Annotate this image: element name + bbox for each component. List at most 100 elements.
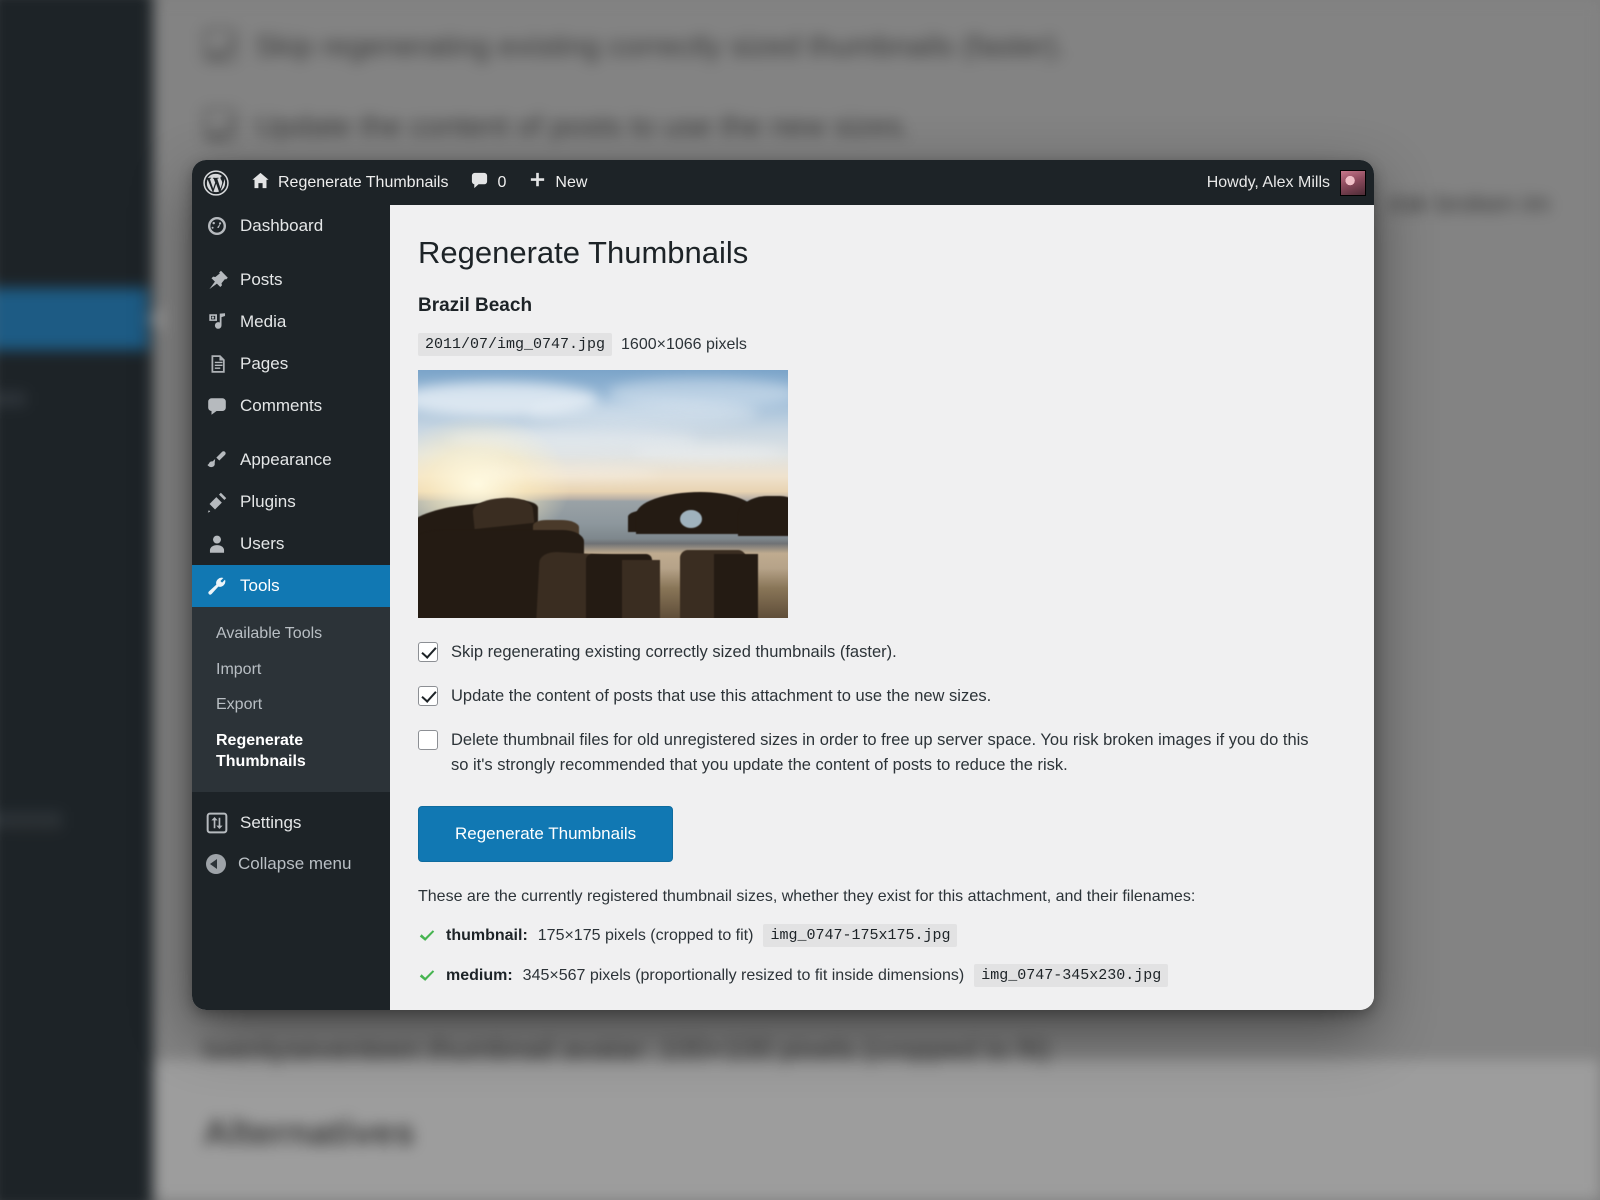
option-label: Skip regenerating existing correctly siz… bbox=[451, 643, 897, 662]
new-content-label: New bbox=[555, 173, 588, 191]
media-icon bbox=[206, 311, 228, 333]
backdrop-sidebar bbox=[0, 0, 153, 1200]
registered-size-detail: 175×175 pixels (cropped to fit) bbox=[537, 926, 754, 944]
file-info-line: 2011/07/img_0747.jpg 1600×1066 pixels bbox=[418, 333, 1344, 357]
option-row[interactable]: Delete thumbnail files for old unregiste… bbox=[418, 728, 1328, 778]
sidebar-item-settings[interactable]: Settings bbox=[192, 802, 390, 844]
wordpress-admin-window: Regenerate Thumbnails 0 New Howdy, Alex … bbox=[192, 160, 1374, 1010]
submenu-item-import[interactable]: Import bbox=[192, 652, 390, 688]
sidebar-item-label: Plugins bbox=[240, 492, 296, 511]
registered-size-filename: img_0747-175x175.jpg bbox=[763, 924, 958, 948]
option-row[interactable]: Update the content of posts that use thi… bbox=[418, 684, 1328, 709]
backdrop-text-line: Skip regenerating existing correctly siz… bbox=[255, 30, 1066, 63]
backdrop-text-line: menu bbox=[5, 812, 61, 837]
pin-icon bbox=[206, 269, 228, 291]
menu-separator bbox=[192, 792, 390, 802]
user-icon bbox=[206, 533, 228, 555]
avatar bbox=[1340, 169, 1366, 196]
option-label: Delete thumbnail files for old unregiste… bbox=[451, 730, 1309, 774]
submenu-item-available-tools[interactable]: Available Tools bbox=[192, 616, 390, 652]
site-name-label: Regenerate Thumbnails bbox=[278, 173, 449, 191]
plus-icon bbox=[528, 171, 547, 195]
page-icon bbox=[206, 353, 228, 375]
admin-bar: Regenerate Thumbnails 0 New Howdy, Alex … bbox=[192, 160, 1374, 205]
comment-bubble-icon bbox=[206, 395, 228, 417]
sidebar-item-label: Media bbox=[240, 312, 287, 331]
registered-sizes-intro: These are the currently registered thumb… bbox=[418, 888, 1196, 906]
sidebar-item-dashboard[interactable]: Dashboard bbox=[192, 205, 390, 247]
attachment-title: Brazil Beach bbox=[418, 295, 533, 317]
menu-group-gap bbox=[192, 247, 390, 259]
backdrop-checkbox bbox=[203, 108, 237, 142]
backdrop-text-line: twentyseventeen thumbnail avatar: 100×10… bbox=[203, 1034, 1051, 1066]
registered-size-name: medium: bbox=[446, 966, 513, 984]
option-label: Update the content of posts that use thi… bbox=[451, 687, 992, 706]
submenu-item-regenerate-thumbnails[interactable]: Regenerate Thumbnails bbox=[192, 723, 390, 780]
file-path: 2011/07/img_0747.jpg bbox=[418, 333, 613, 357]
sidebar-item-label: Dashboard bbox=[240, 216, 324, 235]
menu-group-gap bbox=[192, 427, 390, 439]
sidebar-item-media[interactable]: Media bbox=[192, 301, 390, 343]
registered-size-filename: img_0747-345x230.jpg bbox=[974, 964, 1169, 988]
my-account-menu[interactable]: Howdy, Alex Mills bbox=[1206, 169, 1374, 196]
option-checkbox[interactable] bbox=[418, 642, 438, 663]
backdrop-sidebar-blip-a bbox=[0, 392, 26, 406]
submenu-item-export[interactable]: Export bbox=[192, 687, 390, 723]
regenerate-thumbnails-button[interactable]: Regenerate Thumbnails bbox=[418, 806, 674, 863]
sidebar-item-users[interactable]: Users bbox=[192, 523, 390, 565]
sidebar-item-tools[interactable]: Tools bbox=[192, 565, 406, 607]
main-content: Regenerate Thumbnails Brazil Beach 2011/… bbox=[390, 205, 1374, 1010]
option-checkbox[interactable] bbox=[418, 686, 438, 707]
tools-submenu: Available Tools Import Export Regenerate Th… bbox=[192, 607, 390, 792]
backdrop-sidebar-highlight bbox=[0, 288, 164, 350]
sidebar-item-posts[interactable]: Posts bbox=[192, 259, 390, 301]
admin-sidebar-menu: Dashboard Posts Media Pages Comments Appearan… bbox=[192, 205, 406, 1010]
site-name-menu[interactable]: Regenerate Thumbnails bbox=[240, 160, 459, 205]
sidebar-item-label: Appearance bbox=[240, 450, 332, 469]
sidebar-item-pages[interactable]: Pages bbox=[192, 343, 390, 385]
sidebar-item-label: Tools bbox=[240, 576, 280, 595]
sidebar-item-comments[interactable]: Comments bbox=[192, 385, 390, 427]
green-check-icon bbox=[418, 927, 436, 945]
registered-size-row: thumbnail: 175×175 pixels (cropped to fit… bbox=[418, 924, 1344, 948]
sidebar-item-appearance[interactable]: Appearance bbox=[192, 439, 390, 481]
collapse-menu-label: Collapse menu bbox=[238, 853, 352, 873]
file-dimensions: 1600×1066 pixels bbox=[621, 335, 747, 353]
sidebar-item-label: Users bbox=[240, 534, 285, 553]
sidebar-item-label: Pages bbox=[240, 354, 289, 373]
green-check-icon bbox=[418, 967, 436, 985]
registered-size-row: medium: 345×567 pixels (proportionally re… bbox=[418, 964, 1344, 988]
howdy-label: Howdy, Alex Mills bbox=[1206, 173, 1330, 191]
home-icon bbox=[251, 171, 270, 195]
comments-menu[interactable]: 0 bbox=[459, 160, 517, 205]
dashboard-icon bbox=[206, 215, 228, 237]
sidebar-item-list: Dashboard Posts Media Pages Comments Appearan… bbox=[192, 205, 406, 607]
comment-bubble-icon bbox=[470, 171, 489, 195]
new-content-menu[interactable]: New bbox=[517, 160, 598, 205]
sidebar-item-label: Settings bbox=[240, 812, 302, 832]
backdrop-text-line: risk broken im bbox=[1388, 188, 1550, 218]
backdrop-text-line: Update the content of posts to use the n… bbox=[255, 110, 911, 143]
registered-size-detail: 345×567 pixels (proportionally resized t… bbox=[522, 966, 965, 984]
comments-count: 0 bbox=[497, 173, 507, 191]
settings-sliders-icon bbox=[206, 812, 228, 834]
sidebar-item-label: Comments bbox=[240, 396, 323, 415]
backdrop-text-line: Alternatives bbox=[203, 1112, 415, 1153]
wp-logo-menu[interactable] bbox=[192, 160, 240, 205]
option-row[interactable]: Skip regenerating existing correctly siz… bbox=[418, 640, 1328, 665]
wrench-icon bbox=[206, 575, 228, 597]
registered-size-name: thumbnail: bbox=[446, 926, 528, 944]
collapse-menu-button[interactable]: Collapse menu bbox=[192, 844, 390, 884]
sidebar-item-plugins[interactable]: Plugins bbox=[192, 481, 390, 523]
backdrop-checkbox bbox=[203, 28, 237, 62]
registered-sizes-list: thumbnail: 175×175 pixels (cropped to fit… bbox=[418, 924, 1344, 988]
option-checkbox[interactable] bbox=[418, 729, 438, 750]
attachment-preview-image[interactable] bbox=[418, 370, 788, 619]
wordpress-logo-icon bbox=[203, 169, 229, 196]
paintbrush-icon bbox=[206, 449, 228, 471]
collapse-arrow-icon bbox=[206, 853, 226, 874]
page-title: Regenerate Thumbnails bbox=[418, 235, 749, 270]
plug-icon bbox=[206, 491, 228, 513]
regenerate-options: Skip regenerating existing correctly siz… bbox=[418, 640, 1344, 777]
sidebar-item-label: Posts bbox=[240, 270, 283, 289]
